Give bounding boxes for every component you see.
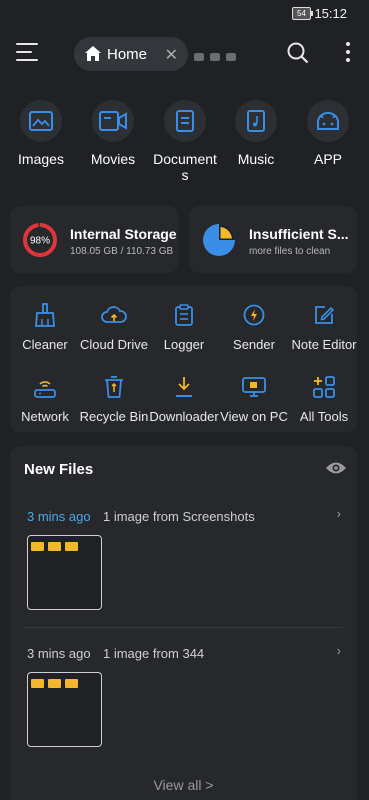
menu-icon[interactable] xyxy=(16,43,38,63)
clean-title: Insufficient S... xyxy=(249,226,349,242)
tool-label: Network xyxy=(21,409,69,424)
home-icon xyxy=(85,46,101,61)
broom-icon xyxy=(35,303,55,327)
tool-label: All Tools xyxy=(299,409,349,424)
category-movies[interactable]: Movies xyxy=(77,100,149,167)
more-options-icon[interactable] xyxy=(345,42,351,66)
battery-icon: 54 xyxy=(292,7,313,20)
tool-cloud-drive[interactable]: Cloud Drive xyxy=(79,302,149,352)
clock: 15:12 xyxy=(314,6,347,21)
android-icon xyxy=(317,112,339,130)
close-tab-icon[interactable]: ✕ xyxy=(165,45,178,65)
file-thumbnail[interactable] xyxy=(27,535,102,610)
cloud-icon xyxy=(101,306,127,323)
chevron-right-icon[interactable]: › xyxy=(337,643,341,658)
search-icon[interactable] xyxy=(287,42,309,64)
file-thumbnail[interactable] xyxy=(27,672,102,747)
clean-subtitle: more files to clean xyxy=(249,246,331,257)
pie-chart-icon xyxy=(203,224,235,256)
grid-plus-icon xyxy=(313,376,335,398)
category-row: Images Movies Document s Music APP xyxy=(0,100,369,190)
tool-network[interactable]: Network xyxy=(10,374,80,424)
download-icon xyxy=(176,377,192,397)
internal-storage-card[interactable]: 98% Internal Storage 108.05 GB / 110.73 … xyxy=(10,206,178,273)
tool-label: View on PC xyxy=(220,409,288,424)
tool-note-editor[interactable]: Note Editor xyxy=(289,302,359,352)
music-icon xyxy=(247,110,265,132)
entry-time: 3 mins ago xyxy=(27,646,91,661)
category-label: Images xyxy=(18,151,64,167)
tool-recycle-bin[interactable]: Recycle Bin xyxy=(79,374,149,424)
storage-title: Internal Storage xyxy=(70,226,177,242)
entry-time: 3 mins ago xyxy=(27,509,91,524)
entry-description: 1 image from 344 xyxy=(103,646,205,661)
category-label: Music xyxy=(237,151,275,167)
trash-icon xyxy=(105,376,123,398)
tool-label: Cloud Drive xyxy=(80,337,148,352)
tool-label: Logger xyxy=(163,337,205,352)
category-label: APP xyxy=(313,151,342,167)
storage-percent: 98% xyxy=(30,236,50,247)
clipboard-icon xyxy=(175,304,193,326)
divider xyxy=(24,627,343,628)
tool-sender[interactable]: Sender xyxy=(219,302,289,352)
chevron-right-icon[interactable]: › xyxy=(337,506,341,521)
tool-label: Note Editor xyxy=(291,337,357,352)
tool-cleaner[interactable]: Cleaner xyxy=(10,302,80,352)
tab-home[interactable]: Home ✕ xyxy=(74,37,188,71)
tool-label: Cleaner xyxy=(22,337,68,352)
cleaner-suggestion-card[interactable]: Insufficient S... more files to clean xyxy=(189,206,357,273)
bolt-icon xyxy=(243,304,265,326)
tool-view-on-pc[interactable]: View on PC xyxy=(219,374,289,424)
tool-label: Downloader xyxy=(149,409,219,424)
tool-downloader[interactable]: Downloader xyxy=(149,374,219,424)
tool-label: Sender xyxy=(233,337,275,352)
entry-description: 1 image from Screenshots xyxy=(103,509,255,524)
tool-all-tools[interactable]: All Tools xyxy=(289,374,359,424)
video-icon xyxy=(99,111,127,131)
storage-usage-ring: 98% xyxy=(23,223,57,257)
router-icon xyxy=(34,381,56,398)
eye-icon[interactable] xyxy=(325,460,347,476)
app-bar: Home ✕ xyxy=(0,34,369,74)
tools-grid: Cleaner Cloud Drive Logger Sender Note E… xyxy=(10,286,357,432)
new-files-title: New Files xyxy=(24,461,94,478)
document-icon xyxy=(176,110,194,132)
image-icon xyxy=(29,111,53,131)
storage-usage: 108.05 GB / 110.73 GB xyxy=(70,246,174,257)
category-documents[interactable]: Document s xyxy=(149,100,221,183)
category-label: Movies xyxy=(90,151,136,167)
edit-icon xyxy=(315,306,335,324)
monitor-icon xyxy=(242,377,266,397)
category-app[interactable]: APP xyxy=(292,100,364,167)
new-files-card: New Files 3 mins ago 1 image from Screen… xyxy=(10,446,357,800)
category-music[interactable]: Music xyxy=(220,100,292,167)
tool-label: Recycle Bin xyxy=(79,409,149,424)
category-label: Document s xyxy=(153,151,217,183)
category-images[interactable]: Images xyxy=(5,100,77,167)
tab-home-label: Home xyxy=(107,46,148,63)
tool-logger[interactable]: Logger xyxy=(149,302,219,352)
other-tabs[interactable] xyxy=(194,48,242,66)
view-all-link[interactable]: View all > xyxy=(10,777,357,793)
status-bar: 54 15:12 xyxy=(0,0,369,26)
